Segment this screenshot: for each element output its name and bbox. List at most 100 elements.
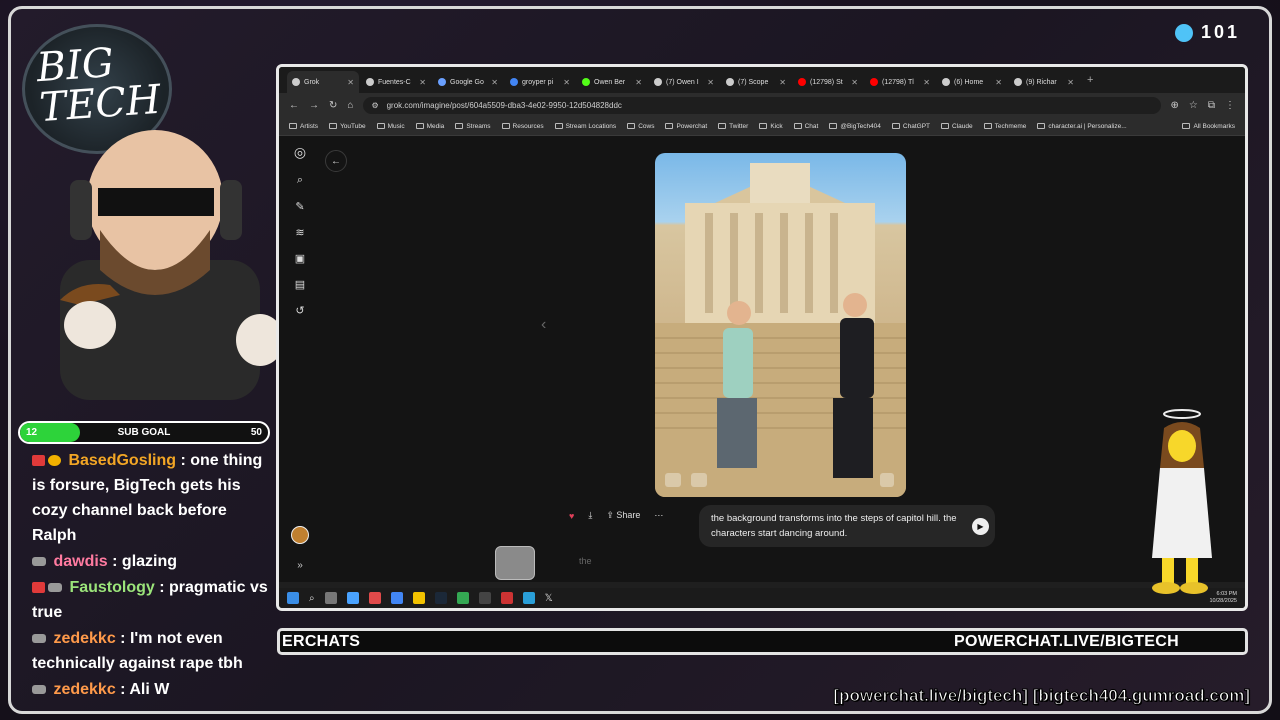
- tab-item[interactable]: groyper pi ✕: [505, 71, 575, 93]
- close-icon[interactable]: ✕: [347, 78, 354, 87]
- play-button[interactable]: ▶: [972, 518, 989, 535]
- star-icon[interactable]: ☆: [1189, 100, 1198, 111]
- sub-goal-target: 50: [250, 427, 262, 438]
- attachment-thumbnail[interactable]: [495, 546, 535, 580]
- bookmark-item[interactable]: @BigTech404: [829, 123, 881, 130]
- prompt-text: the background transforms into the steps…: [711, 513, 957, 539]
- clock-date: 10/28/2025: [1209, 598, 1237, 604]
- tab-item[interactable]: (12798) Tl ✕: [865, 71, 935, 93]
- app-icon[interactable]: [368, 592, 381, 604]
- image-icon[interactable]: [691, 473, 707, 487]
- new-tab-button[interactable]: +: [1081, 74, 1099, 86]
- tab-item[interactable]: Owen Ber ✕: [577, 71, 647, 93]
- character-ai-icon: [1037, 123, 1046, 129]
- close-icon[interactable]: ✕: [635, 78, 642, 87]
- bookmark-item[interactable]: Music: [376, 123, 405, 130]
- mute-icon[interactable]: [880, 473, 894, 487]
- address-bar[interactable]: ⚙ grok.com/imagine/post/604a5509-dba3-4e…: [363, 96, 1161, 114]
- zoom-icon[interactable]: ⊕: [1171, 100, 1179, 111]
- x-icon[interactable]: 𝕏: [545, 593, 553, 604]
- windows-start-icon[interactable]: [287, 592, 299, 604]
- generated-image[interactable]: [655, 153, 906, 497]
- composer-input[interactable]: the: [579, 556, 592, 566]
- bookmark-item[interactable]: Chat: [793, 123, 818, 130]
- bookmarks-bar: Artists YouTube Music Media Streams Reso…: [279, 117, 1245, 136]
- close-icon[interactable]: ✕: [419, 78, 426, 87]
- image-actions: ♥ ⤓ ⇪ Share ⋯: [569, 510, 663, 521]
- bookmark-item[interactable]: Artists: [289, 123, 318, 130]
- tab-item[interactable]: Fuentes-C ✕: [361, 71, 431, 93]
- download-icon[interactable]: ⤓: [588, 510, 592, 521]
- extensions-icon[interactable]: ⧉: [1208, 100, 1215, 111]
- close-icon[interactable]: ✕: [779, 78, 786, 87]
- bookmark-item[interactable]: Stream Locations: [554, 123, 616, 130]
- tab-item[interactable]: (6) Home ✕: [937, 71, 1007, 93]
- site-info-icon[interactable]: ⚙: [371, 101, 378, 110]
- bookmark-label: All Bookmarks: [1193, 122, 1235, 130]
- bookmark-item[interactable]: character.ai | Personalize...: [1037, 123, 1127, 130]
- home-icon[interactable]: ⌂: [347, 100, 353, 111]
- bookmark-item[interactable]: ChatGPT: [891, 123, 930, 130]
- file-explorer-icon[interactable]: [412, 592, 425, 604]
- chevron-left-icon[interactable]: ‹: [541, 316, 546, 334]
- bookmark-item[interactable]: Techmeme: [983, 123, 1026, 130]
- grok-logo-icon[interactable]: ◎: [294, 144, 306, 161]
- close-icon[interactable]: ✕: [707, 78, 714, 87]
- voice-icon[interactable]: ≋: [295, 226, 304, 239]
- more-icon[interactable]: ⋯: [654, 510, 663, 521]
- chrome-icon[interactable]: [456, 592, 469, 604]
- bookmark-item[interactable]: YouTube: [329, 123, 366, 130]
- bookmark-label: Claude: [952, 122, 973, 130]
- bookmark-item[interactable]: Kick: [759, 123, 783, 130]
- search-icon[interactable]: ⌕: [309, 593, 315, 604]
- bookmark-item[interactable]: Cows: [627, 123, 654, 130]
- imagine-icon[interactable]: ▣: [295, 252, 305, 265]
- bookmark-item[interactable]: Streams: [455, 123, 491, 130]
- history-icon[interactable]: ↺: [295, 304, 304, 317]
- bookmark-item[interactable]: Resources: [501, 123, 544, 130]
- app-icon[interactable]: [500, 592, 513, 604]
- viewer-count: 101: [1174, 22, 1240, 43]
- search-icon[interactable]: ⌕: [297, 174, 303, 187]
- tab-item[interactable]: (12798) St ✕: [793, 71, 863, 93]
- avatar[interactable]: [291, 526, 309, 544]
- close-icon[interactable]: ✕: [563, 78, 570, 87]
- heart-icon[interactable]: ♥: [569, 511, 574, 521]
- youtube-icon: [798, 78, 806, 86]
- reload-icon[interactable]: ↻: [329, 100, 337, 111]
- tab-item[interactable]: (9) Richar ✕: [1009, 71, 1079, 93]
- tab-item[interactable]: Google Go ✕: [433, 71, 503, 93]
- sub-goal-current: 12: [26, 427, 38, 438]
- ticker-right-text: POWERCHAT.LIVE/BIGTECH: [954, 632, 1179, 650]
- close-icon[interactable]: ✕: [923, 78, 930, 87]
- steam-icon[interactable]: [434, 592, 447, 604]
- menu-icon[interactable]: ⋮: [1225, 100, 1235, 111]
- tab-grok[interactable]: Grok ✕: [287, 71, 359, 93]
- bookmark-item[interactable]: Claude: [941, 123, 973, 130]
- close-icon[interactable]: ✕: [1067, 78, 1074, 87]
- close-icon[interactable]: ✕: [491, 78, 498, 87]
- share-button[interactable]: ⇪ Share: [606, 510, 640, 521]
- close-icon[interactable]: ✕: [851, 78, 858, 87]
- tab-item[interactable]: (7) Scope ✕: [721, 71, 791, 93]
- back-button[interactable]: ←: [325, 150, 347, 172]
- folder-icon: [289, 123, 297, 129]
- x-icon: [829, 123, 838, 129]
- video-icon[interactable]: [665, 473, 681, 487]
- projects-icon[interactable]: ▤: [295, 278, 305, 291]
- close-icon[interactable]: ✕: [995, 78, 1002, 87]
- back-icon[interactable]: ←: [289, 100, 299, 111]
- bookmark-item[interactable]: Twitter: [718, 123, 748, 130]
- all-bookmarks[interactable]: All Bookmarks: [1182, 123, 1235, 130]
- copilot-icon[interactable]: [346, 592, 359, 604]
- edit-icon[interactable]: ✎: [295, 200, 304, 213]
- forward-icon[interactable]: →: [309, 100, 319, 111]
- telegram-icon[interactable]: [522, 592, 535, 604]
- bookmark-item[interactable]: Powerchat: [665, 123, 707, 130]
- bookmark-item[interactable]: Media: [415, 123, 444, 130]
- edge-icon[interactable]: [390, 592, 403, 604]
- expand-icon[interactable]: »: [297, 560, 303, 571]
- tab-item[interactable]: (7) Owen I ✕: [649, 71, 719, 93]
- task-view-icon[interactable]: [324, 592, 337, 604]
- obs-icon[interactable]: [478, 592, 491, 604]
